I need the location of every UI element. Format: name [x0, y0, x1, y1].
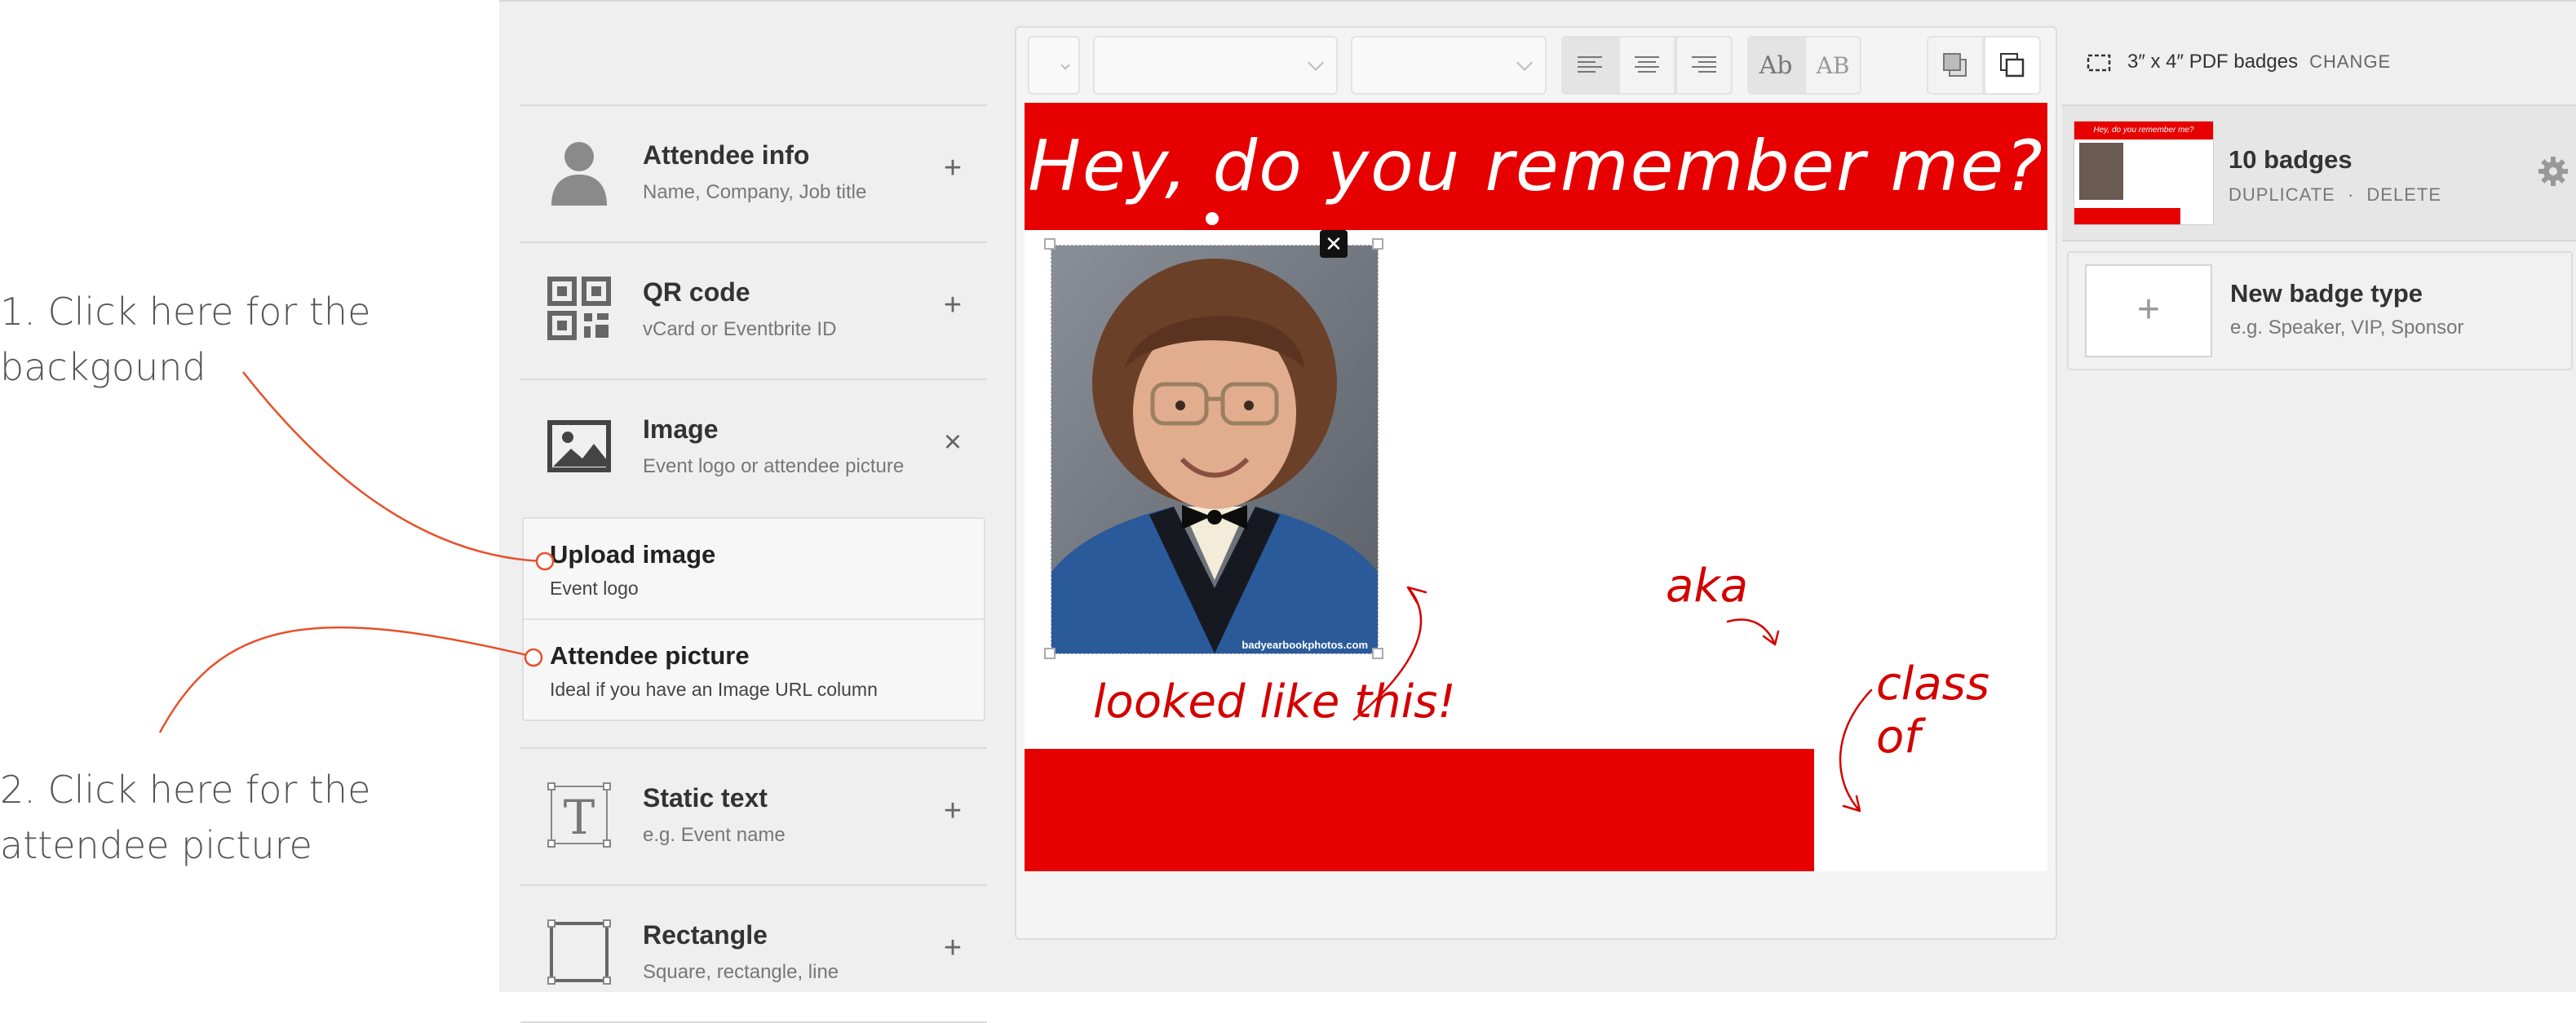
bring-forward-button[interactable]	[1984, 36, 2041, 95]
gear-icon[interactable]	[2537, 155, 2569, 188]
element-attendee-info[interactable]: Attendee info Name, Company, Job title +	[520, 106, 987, 243]
person-icon	[551, 142, 607, 206]
crop-icon	[2087, 54, 2111, 72]
element-subtitle: vCard or Eventbrite ID	[643, 318, 837, 340]
delete-link[interactable]: DELETE	[2366, 184, 2441, 205]
rectangle-icon	[547, 919, 611, 985]
badge-footer-banner[interactable]	[1025, 749, 1814, 871]
align-center-icon	[1635, 56, 1659, 73]
attendee-picture-title: Attendee picture	[550, 641, 750, 670]
duplicate-link[interactable]: DUPLICATE	[2229, 184, 2335, 205]
element-subtitle: Name, Company, Job title	[643, 181, 867, 203]
text-icon: T	[547, 782, 611, 848]
canvas-area: Ab AB Hey, do you remember me? badyearbo…	[1015, 26, 2057, 940]
element-title: Rectangle	[643, 920, 768, 950]
new-badge-type-subtitle: e.g. Speaker, VIP, Sponsor	[2230, 317, 2464, 339]
add-attendee-info-button[interactable]: +	[936, 152, 969, 184]
format-toolbar: Ab AB	[1028, 36, 2047, 96]
element-qr-code[interactable]: QR code vCard or Eventbrite ID +	[520, 243, 987, 380]
change-size-link[interactable]: CHANGE	[2309, 51, 2391, 73]
element-subtitle: Square, rectangle, line	[643, 961, 839, 983]
font-size-select[interactable]	[1351, 36, 1547, 95]
badge-size-label: 3″ x 4″ PDF badges	[2127, 51, 2299, 73]
badge-type-title: 10 badges	[2229, 145, 2352, 174]
new-badge-plus: +	[2085, 264, 2212, 357]
case-normal-button[interactable]: Ab	[1747, 36, 1804, 95]
align-right-icon	[1692, 56, 1716, 73]
bring-forward-icon	[2000, 53, 2025, 78]
badge-thumbnail[interactable]: Hey, do you remember me?	[2074, 121, 2214, 225]
image-icon	[547, 420, 611, 472]
color-picker[interactable]	[1028, 36, 1080, 95]
align-right-button[interactable]	[1675, 36, 1733, 95]
attendee-picture-option[interactable]: Attendee picture Ideal if you have an Im…	[524, 620, 984, 720]
element-title: Image	[643, 414, 719, 444]
badge-types-sidebar: 3″ x 4″ PDF badges CHANGE Hey, do you re…	[2062, 2, 2576, 992]
badge-canvas[interactable]: Hey, do you remember me? badyearbookphot…	[1025, 103, 2047, 871]
callout-attendee-picture: 2. Click here for the attendee picture	[0, 768, 371, 867]
align-left-button[interactable]	[1561, 36, 1618, 95]
thumb-footer	[2074, 208, 2180, 224]
add-qr-code-button[interactable]: +	[936, 289, 969, 321]
element-subtitle: Event logo or attendee picture	[643, 455, 905, 477]
qr-icon	[547, 277, 611, 340]
case-upper-button[interactable]: AB	[1804, 36, 1861, 95]
upload-image-option[interactable]: Upload image Event logo	[524, 519, 984, 620]
element-subtitle: e.g. Event name	[643, 824, 786, 846]
elements-panel: Attendee info Name, Company, Job title +…	[520, 104, 987, 1023]
element-title: Static text	[643, 783, 768, 813]
align-center-button[interactable]	[1618, 36, 1675, 95]
upload-image-desc: Event logo	[550, 578, 639, 599]
attendee-picture-desc: Ideal if you have an Image URL column	[550, 679, 878, 700]
close-image-options-button[interactable]: ×	[936, 426, 969, 458]
font-family-select[interactable]	[1093, 36, 1338, 95]
element-rectangle[interactable]: Rectangle Square, rectangle, line +	[520, 886, 987, 1023]
element-title: Attendee info	[643, 140, 810, 170]
element-title: QR code	[643, 277, 750, 307]
upload-image-title: Upload image	[550, 540, 716, 569]
new-badge-type-title: New badge type	[2230, 279, 2423, 308]
element-image[interactable]: Image Event logo or attendee picture ×	[520, 380, 987, 516]
thumb-title: Hey, do you remember me?	[2074, 122, 2213, 140]
add-static-text-button[interactable]: +	[936, 795, 969, 827]
send-backward-icon	[1943, 53, 1967, 77]
badge-editor-app: Attendee info Name, Company, Job title +…	[499, 0, 2576, 1023]
new-badge-type-button[interactable]: + New badge type e.g. Speaker, VIP, Spon…	[2067, 251, 2573, 370]
badge-type-actions: DUPLICATE · DELETE	[2229, 184, 2441, 206]
actions-separator: ·	[2347, 184, 2355, 205]
image-submenu: Upload image Event logo Attendee picture…	[522, 517, 985, 721]
callout-background: 1. Click here for the backgound	[0, 290, 371, 389]
add-rectangle-button[interactable]: +	[936, 932, 969, 964]
svg-text:T: T	[564, 790, 595, 845]
element-static-text[interactable]: T Static text e.g. Event name +	[520, 749, 987, 886]
thumb-photo	[2079, 143, 2123, 200]
badge-size-row: 3″ x 4″ PDF badges CHANGE	[2085, 46, 2391, 78]
badge-type-card[interactable]: Hey, do you remember me? 10 badges DUPLI…	[2062, 104, 2576, 241]
align-left-icon	[1578, 56, 1602, 73]
send-backward-button[interactable]	[1927, 36, 1984, 95]
